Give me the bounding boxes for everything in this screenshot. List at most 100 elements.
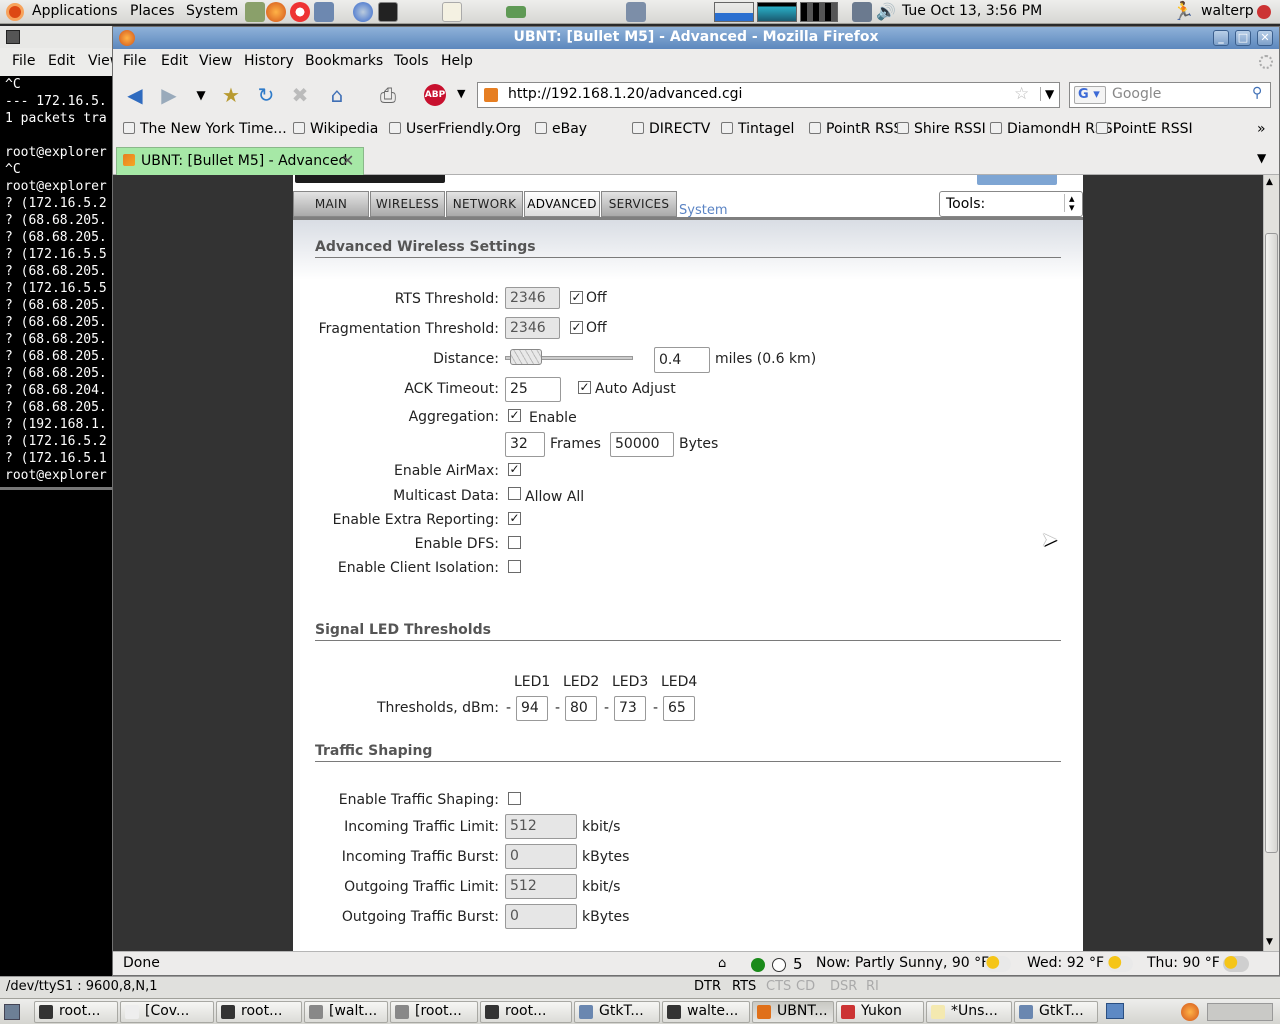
- multicast-allow-all-checkbox[interactable]: [508, 487, 521, 500]
- cpu-graph[interactable]: [714, 2, 754, 22]
- firefox-titlebar[interactable]: UBNT: [Bullet M5] - Advanced - Mozilla F…: [113, 27, 1279, 49]
- distance-input[interactable]: 0.4: [654, 347, 710, 373]
- taskbar-button[interactable]: *Uns...: [926, 1001, 1012, 1023]
- terminal-menu-file[interactable]: File: [12, 53, 35, 69]
- taskbar-button[interactable]: [walt...: [304, 1001, 388, 1023]
- traffic-shaping-enable-checkbox[interactable]: [508, 792, 521, 805]
- incoming-burst-input[interactable]: 0: [505, 844, 577, 869]
- distance-slider-handle[interactable]: [509, 349, 542, 365]
- memory-graph[interactable]: [800, 2, 838, 22]
- incoming-limit-input[interactable]: 512: [505, 814, 577, 839]
- print-button[interactable]: ⎙: [374, 81, 402, 109]
- system-tab-link[interactable]: System: [679, 203, 727, 218]
- url-text[interactable]: http://192.168.1.20/advanced.cgi: [508, 86, 742, 102]
- terminal-launcher-icon[interactable]: [378, 2, 398, 22]
- bookmark-item[interactable]: eBay: [535, 121, 587, 137]
- weather-now[interactable]: Now: Partly Sunny, 90 °F: [816, 955, 989, 971]
- tab-services[interactable]: SERVICES: [601, 191, 677, 217]
- timer-icon[interactable]: [772, 958, 786, 972]
- text-editor-icon[interactable]: [442, 2, 462, 22]
- bookmark-item[interactable]: Wikipedia: [293, 121, 378, 137]
- tray-firefox-icon[interactable]: [1181, 1003, 1199, 1021]
- ubuntu-logo-icon[interactable]: [6, 3, 24, 21]
- network-icon[interactable]: [314, 2, 334, 22]
- bookmark-star-icon[interactable]: ☆: [1014, 84, 1029, 104]
- menu-bookmarks[interactable]: Bookmarks: [305, 53, 383, 69]
- terminal-menu-edit[interactable]: Edit: [48, 53, 75, 69]
- taskbar-button[interactable]: GtkT...: [574, 1001, 660, 1023]
- bookmark-item[interactable]: The New York Time...: [123, 121, 287, 137]
- rts-threshold-input[interactable]: 2346: [505, 287, 560, 309]
- terminal-titlebar[interactable]: [0, 26, 112, 48]
- search-engine-icon[interactable]: G ▾: [1074, 86, 1106, 104]
- url-bar[interactable]: http://192.168.1.20/advanced.cgi ☆ ▼: [477, 82, 1060, 108]
- maximize-button[interactable]: □: [1235, 30, 1251, 46]
- weather-wed[interactable]: Wed: 92 °F: [1027, 955, 1104, 971]
- led4-input[interactable]: 65: [663, 696, 695, 721]
- bookmark-star-folder-icon[interactable]: ★: [217, 81, 245, 109]
- reload-button[interactable]: ↻: [252, 81, 280, 109]
- bookmark-item[interactable]: PointR RSSI: [809, 121, 907, 137]
- home-button[interactable]: ⌂: [323, 81, 351, 109]
- history-dropdown-icon[interactable]: ▼: [187, 81, 215, 109]
- menu-file[interactable]: File: [123, 53, 146, 69]
- fragmentation-off-checkbox[interactable]: ✓: [570, 321, 583, 334]
- fragmentation-threshold-input[interactable]: 2346: [505, 317, 560, 339]
- led2-input[interactable]: 80: [565, 696, 597, 721]
- outgoing-burst-input[interactable]: 0: [505, 904, 577, 929]
- forward-button[interactable]: ▶: [155, 81, 183, 109]
- taskbar-button[interactable]: [Cov...: [120, 1001, 214, 1023]
- tab-list-dropdown-icon[interactable]: ▼: [1257, 151, 1266, 165]
- scrollbar-thumb[interactable]: [1265, 233, 1278, 853]
- taskbar-button[interactable]: root...: [34, 1001, 118, 1023]
- ack-timeout-input[interactable]: 25: [505, 377, 561, 402]
- help-icon[interactable]: [290, 2, 310, 22]
- close-tab-icon[interactable]: ✕: [341, 151, 354, 170]
- search-input[interactable]: Google: [1112, 86, 1161, 102]
- show-desktop-icon[interactable]: [4, 1004, 20, 1020]
- tab-advanced[interactable]: ADVANCED: [524, 191, 600, 217]
- bookmark-item[interactable]: UserFriendly.Org: [389, 121, 521, 137]
- enable-airmax-checkbox[interactable]: ✓: [508, 463, 521, 476]
- terminal-output[interactable]: ^C --- 172.16.5. 1 packets tra root@explore…: [5, 76, 112, 484]
- minimize-button[interactable]: _: [1213, 30, 1229, 46]
- aggregation-frames-input[interactable]: 32: [505, 432, 545, 457]
- firefox-launcher-icon[interactable]: [266, 2, 286, 22]
- terminal-window[interactable]: File Edit View ^C --- 172.16.5. 1 packets …: [0, 26, 121, 976]
- tab-network[interactable]: NETWORK: [446, 191, 523, 217]
- menu-history[interactable]: History: [244, 53, 294, 69]
- user-status-icon[interactable]: 🏃: [1172, 2, 1194, 22]
- workspace-switcher-icon[interactable]: [1106, 1003, 1124, 1019]
- addon-robot-icon[interactable]: ⌂: [718, 956, 726, 971]
- aggregation-bytes-input[interactable]: 50000: [610, 432, 674, 457]
- taskbar-button[interactable]: [root...: [390, 1001, 478, 1023]
- led1-input[interactable]: 94: [516, 696, 548, 721]
- page-scrollbar[interactable]: ▲ ▼: [1263, 175, 1279, 951]
- aggregation-enable-checkbox[interactable]: ✓: [508, 409, 521, 422]
- bookmark-item[interactable]: PointE RSSI: [1096, 121, 1193, 137]
- bookmark-item[interactable]: Tintagel: [721, 121, 794, 137]
- menu-tools[interactable]: Tools: [394, 53, 429, 69]
- applications-menu[interactable]: Applications: [32, 3, 118, 19]
- rts-off-checkbox[interactable]: ✓: [570, 291, 583, 304]
- shutdown-icon[interactable]: [1257, 5, 1271, 19]
- ack-auto-adjust-checkbox[interactable]: ✓: [578, 381, 591, 394]
- client-isolation-checkbox[interactable]: [508, 560, 521, 573]
- bookmarks-overflow-icon[interactable]: »: [1257, 121, 1266, 137]
- screen-icon[interactable]: [626, 2, 646, 22]
- clock[interactable]: Tue Oct 13, 3:56 PM: [902, 3, 1042, 19]
- extra-reporting-checkbox[interactable]: ✓: [508, 512, 521, 525]
- led3-input[interactable]: 73: [614, 696, 646, 721]
- taskbar-button[interactable]: walte...: [662, 1001, 750, 1023]
- url-dropdown-icon[interactable]: ▼: [1040, 87, 1054, 101]
- enable-dfs-checkbox[interactable]: [508, 536, 521, 549]
- calculator-icon[interactable]: [245, 2, 265, 22]
- stop-button[interactable]: ✖: [286, 81, 314, 109]
- workspace-pager[interactable]: [1207, 1003, 1273, 1021]
- battery-icon[interactable]: [506, 6, 526, 18]
- menu-edit[interactable]: Edit: [161, 53, 188, 69]
- bookmark-item[interactable]: Shire RSSI: [897, 121, 986, 137]
- back-button[interactable]: ◀: [121, 81, 149, 109]
- tab-wireless[interactable]: WIRELESS: [370, 191, 445, 217]
- places-menu[interactable]: Places: [130, 3, 175, 19]
